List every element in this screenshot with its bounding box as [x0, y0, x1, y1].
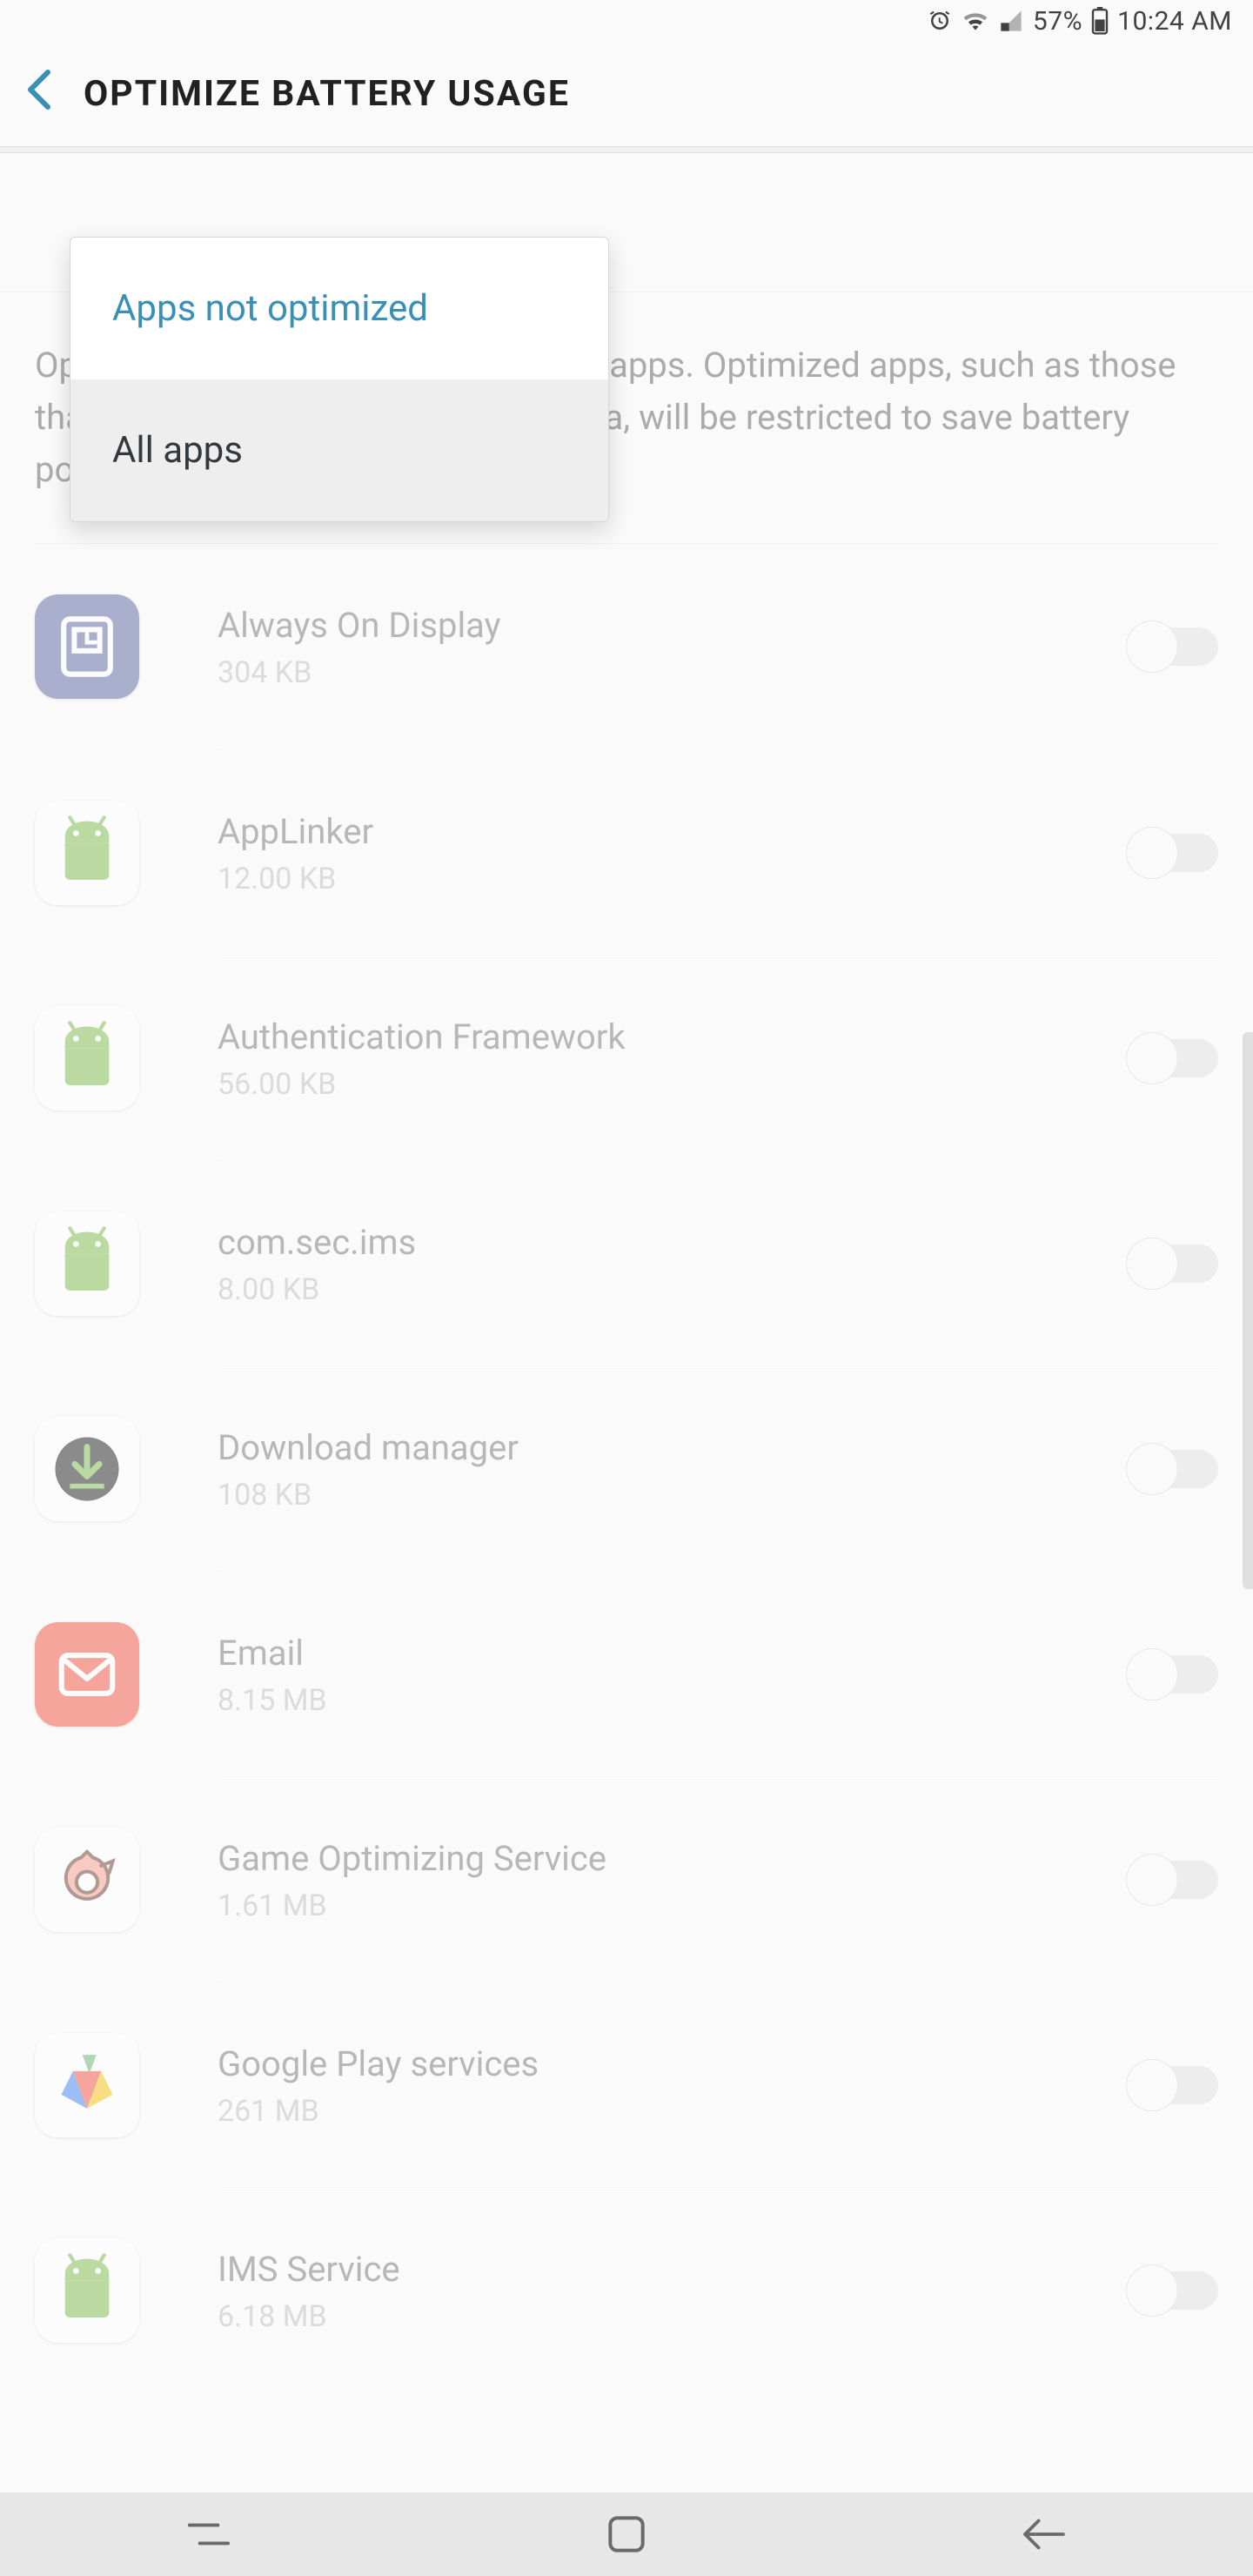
- nav-recents-button[interactable]: [178, 2504, 239, 2565]
- app-icon: [35, 1828, 139, 1932]
- app-row[interactable]: IMS Service 6.18 MB: [218, 2187, 1218, 2392]
- app-icon: [35, 1622, 139, 1727]
- optimize-toggle[interactable]: [1122, 2059, 1218, 2111]
- status-bar: 57% 10:24 AM: [0, 0, 1253, 42]
- app-list: Always On Display 304 KB AppLinker 12.00…: [0, 544, 1253, 2392]
- optimize-toggle[interactable]: [1122, 1032, 1218, 1084]
- app-size: 12.00 KB: [218, 862, 1122, 896]
- app-icon: [35, 1211, 139, 1316]
- app-icon: [35, 2033, 139, 2137]
- dropdown-item[interactable]: All apps: [70, 379, 608, 521]
- app-row[interactable]: Email 8.15 MB: [218, 1571, 1218, 1776]
- optimize-toggle[interactable]: [1122, 1648, 1218, 1701]
- app-text: Always On Display 304 KB: [218, 603, 1122, 690]
- app-icon: [35, 594, 139, 699]
- back-icon[interactable]: [26, 65, 52, 123]
- optimize-toggle[interactable]: [1122, 827, 1218, 879]
- app-row[interactable]: AppLinker 12.00 KB: [218, 749, 1218, 955]
- app-size: 6.18 MB: [218, 2299, 1122, 2334]
- optimize-toggle[interactable]: [1122, 1443, 1218, 1495]
- app-name: Email: [218, 1631, 1122, 1676]
- app-text: Google Play services 261 MB: [218, 2042, 1122, 2129]
- app-name: Download manager: [218, 1426, 1122, 1471]
- optimize-toggle[interactable]: [1122, 1854, 1218, 1906]
- app-text: Email 8.15 MB: [218, 1631, 1122, 1718]
- app-icon: [35, 1006, 139, 1110]
- app-size: 261 MB: [218, 2094, 1122, 2129]
- battery-icon: [1091, 7, 1109, 35]
- clock-text: 10:24 AM: [1117, 6, 1232, 37]
- app-text: IMS Service 6.18 MB: [218, 2247, 1122, 2334]
- app-row[interactable]: Authentication Framework 56.00 KB: [218, 955, 1218, 1160]
- app-size: 108 KB: [218, 1478, 1122, 1513]
- app-size: 304 KB: [218, 655, 1122, 690]
- app-size: 8.00 KB: [218, 1272, 1122, 1307]
- app-icon: [35, 801, 139, 905]
- system-nav-bar: [0, 2492, 1253, 2576]
- app-size: 56.00 KB: [218, 1067, 1122, 1102]
- app-name: Game Optimizing Service: [218, 1836, 1122, 1882]
- nav-home-button[interactable]: [596, 2504, 657, 2565]
- app-text: com.sec.ims 8.00 KB: [218, 1220, 1122, 1307]
- optimize-toggle[interactable]: [1122, 621, 1218, 673]
- dropdown-item[interactable]: Apps not optimized: [70, 238, 608, 379]
- app-text: Authentication Framework 56.00 KB: [218, 1015, 1122, 1102]
- app-size: 8.15 MB: [218, 1683, 1122, 1718]
- app-name: com.sec.ims: [218, 1220, 1122, 1265]
- nav-back-button[interactable]: [1014, 2504, 1075, 2565]
- app-row[interactable]: Download manager 108 KB: [218, 1365, 1218, 1571]
- app-text: Download manager 108 KB: [218, 1426, 1122, 1513]
- filter-dropdown[interactable]: Apps not optimizedAll apps: [70, 237, 609, 522]
- app-row[interactable]: Google Play services 261 MB: [218, 1982, 1218, 2187]
- app-name: Authentication Framework: [218, 1015, 1122, 1060]
- battery-percent: 57%: [1033, 6, 1082, 37]
- app-row[interactable]: Game Optimizing Service 1.61 MB: [218, 1776, 1218, 1982]
- app-name: IMS Service: [218, 2247, 1122, 2292]
- app-bar: OPTIMIZE BATTERY USAGE: [0, 42, 1253, 146]
- app-icon: [35, 1417, 139, 1521]
- optimize-toggle[interactable]: [1122, 1238, 1218, 1290]
- wifi-icon: [962, 9, 989, 33]
- app-text: AppLinker 12.00 KB: [218, 809, 1122, 896]
- alarm-icon: [927, 8, 953, 34]
- app-name: Google Play services: [218, 2042, 1122, 2087]
- app-name: AppLinker: [218, 809, 1122, 855]
- divider: [0, 146, 1253, 153]
- app-text: Game Optimizing Service 1.61 MB: [218, 1836, 1122, 1923]
- page-title: OPTIMIZE BATTERY USAGE: [84, 73, 570, 115]
- app-row[interactable]: Always On Display 304 KB: [35, 544, 1218, 749]
- scroll-indicator[interactable]: [1243, 1032, 1253, 1589]
- signal-icon: [998, 9, 1024, 33]
- app-row[interactable]: com.sec.ims 8.00 KB: [218, 1160, 1218, 1365]
- optimize-toggle[interactable]: [1122, 2264, 1218, 2317]
- app-size: 1.61 MB: [218, 1888, 1122, 1923]
- app-icon: [35, 2238, 139, 2343]
- app-name: Always On Display: [218, 603, 1122, 648]
